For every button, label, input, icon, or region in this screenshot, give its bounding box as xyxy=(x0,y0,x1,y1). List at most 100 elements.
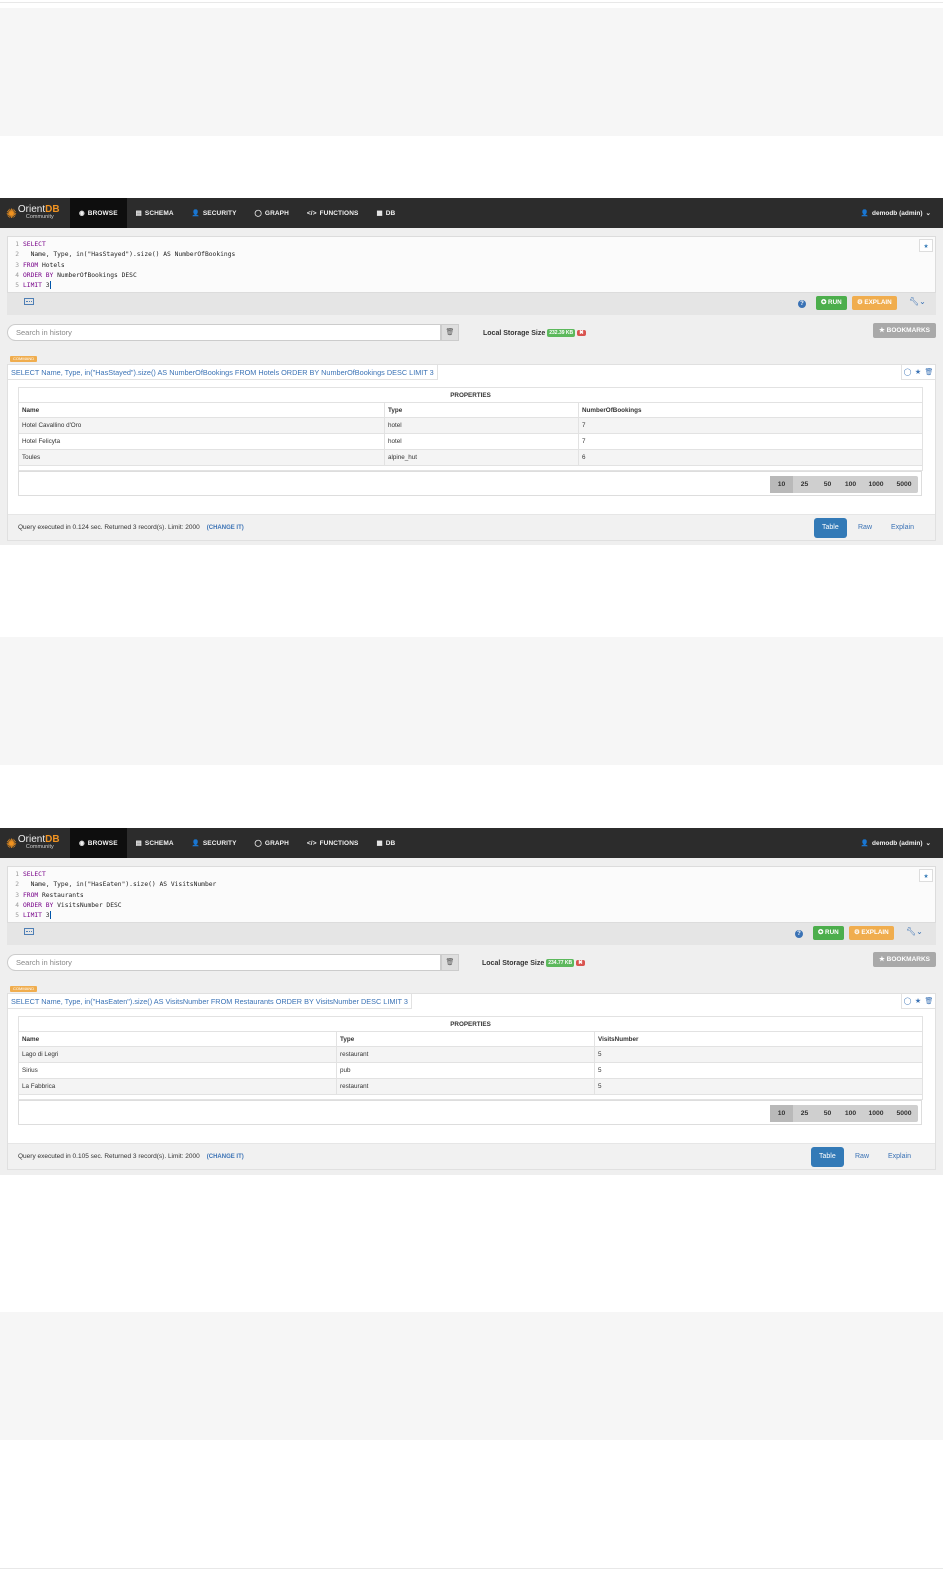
command-badge: COMMAND xyxy=(10,356,38,362)
star-icon[interactable]: ★ xyxy=(915,997,921,1005)
line-number: 4 xyxy=(15,271,19,279)
bookmark-star-icon[interactable]: ★ xyxy=(919,239,933,252)
code-line: 5 LIMIT 3 xyxy=(11,911,216,921)
page-size-option[interactable]: 1000 xyxy=(862,1105,890,1122)
tab-explain[interactable]: Explain xyxy=(880,1147,919,1167)
nav-graph[interactable]: ◯ GRAPH xyxy=(246,198,298,228)
page-size-option[interactable]: 50 xyxy=(816,476,839,493)
explain-button[interactable]: ⚙ EXPLAIN xyxy=(852,296,897,310)
run-button[interactable]: ✪ RUN xyxy=(813,926,844,940)
text-caret xyxy=(49,911,51,920)
page-size-option[interactable]: 100 xyxy=(839,476,862,493)
keyboard-icon[interactable] xyxy=(24,298,34,305)
code-area[interactable]: 1 SELECT 2 Name, Type, in("HasEaten").siz… xyxy=(11,870,216,921)
orientdb-logo[interactable]: ✺ OrientDB Community xyxy=(0,828,70,858)
star-icon: ★ xyxy=(879,327,887,334)
page-size-option[interactable]: 1000 xyxy=(862,476,890,493)
query-editor[interactable]: 1 SELECT 2 Name, Type, in("HasEaten").siz… xyxy=(7,866,936,923)
help-icon[interactable]: ? xyxy=(798,300,806,308)
column-header[interactable]: NumberOfBookings xyxy=(577,402,924,418)
orientdb-window: ✺ OrientDB Community ◉ BROWSE ▤ SCHEMA 👤 SE… xyxy=(0,198,943,545)
page-size-option[interactable]: 25 xyxy=(793,476,816,493)
nav-functions[interactable]: </> FUNCTIONS xyxy=(298,828,368,858)
code-area[interactable]: 1 SELECT 2 Name, Type, in("HasStayed").si… xyxy=(11,240,235,291)
column-header[interactable]: Type xyxy=(384,402,579,418)
table-row[interactable]: La Fabbrica restaurant 5 xyxy=(18,1078,924,1095)
clear-storage-icon[interactable]: ✖ xyxy=(577,330,586,336)
trash-icon[interactable]: 🗑︎ xyxy=(441,324,459,341)
page-size-option[interactable]: 100 xyxy=(839,1105,862,1122)
clear-storage-icon[interactable]: ✖ xyxy=(576,960,585,966)
tab-raw[interactable]: Raw xyxy=(850,518,880,538)
bookmarks-button[interactable]: ★ BOOKMARKS xyxy=(873,952,936,967)
logo-burst-icon: ✺ xyxy=(6,205,17,221)
tab-table[interactable]: Table xyxy=(811,1147,844,1167)
keyboard-icon[interactable] xyxy=(24,928,34,935)
page-size-option[interactable]: 50 xyxy=(816,1105,839,1122)
run-button[interactable]: ✪ RUN xyxy=(816,296,847,310)
editor-toolbar: ? ✪ RUN ⚙ EXPLAIN 🔧︎⌄ xyxy=(7,923,936,945)
nav-schema[interactable]: ▤ SCHEMA xyxy=(127,198,183,228)
code-text: Hotels xyxy=(38,261,65,269)
code-line: 1 SELECT xyxy=(11,240,235,250)
nav-functions[interactable]: </> FUNCTIONS xyxy=(298,198,368,228)
wrench-icon[interactable]: 🔧︎⌄ xyxy=(909,297,926,306)
table-cell: Toules xyxy=(18,449,385,466)
column-header[interactable]: Name xyxy=(18,1031,337,1047)
code-text: NumberOfBookings DESC xyxy=(53,271,137,279)
refresh-icon[interactable]: ◯ xyxy=(904,997,912,1005)
execution-text: Query executed in 0.105 sec. Returned 3 … xyxy=(18,1153,200,1160)
line-number: 5 xyxy=(15,282,19,290)
table-cell: pub xyxy=(336,1062,595,1079)
nav-security[interactable]: 👤 SECURITY xyxy=(183,198,246,228)
tab-table[interactable]: Table xyxy=(814,518,847,538)
user-menu[interactable]: 👤 demodb (admin) ⌄ xyxy=(861,828,931,858)
page-size-option[interactable]: 5000 xyxy=(890,476,918,493)
table-row[interactable]: Toules alpine_hut 6 xyxy=(18,449,924,466)
nav-label: SCHEMA xyxy=(144,839,174,847)
table-row[interactable]: Sirius pub 5 xyxy=(18,1062,924,1079)
user-icon: 👤 xyxy=(191,840,200,847)
wrench-icon[interactable]: 🔧︎⌄ xyxy=(906,927,923,936)
history-search-input[interactable]: Search in history xyxy=(7,954,441,971)
column-header[interactable]: Name xyxy=(18,402,385,418)
query-title[interactable]: SELECT Name, Type, in("HasStayed").size(… xyxy=(8,365,438,380)
column-header[interactable]: Type xyxy=(336,1031,595,1047)
orientdb-logo[interactable]: ✺ OrientDB Community xyxy=(0,198,70,228)
page-size-option[interactable]: 10 xyxy=(770,476,793,493)
bookmark-star-icon[interactable]: ★ xyxy=(919,869,933,882)
nav-graph[interactable]: ◯ GRAPH xyxy=(246,828,298,858)
history-search-input[interactable]: Search in history xyxy=(7,324,441,341)
user-menu[interactable]: 👤 demodb (admin) ⌄ xyxy=(861,198,931,228)
help-icon[interactable]: ? xyxy=(795,930,803,938)
nav-schema[interactable]: ▤ SCHEMA xyxy=(127,828,183,858)
table-row[interactable]: Lago di Legri restaurant 5 xyxy=(18,1046,924,1063)
star-icon[interactable]: ★ xyxy=(915,368,921,376)
nav-browse[interactable]: ◉ BROWSE xyxy=(70,828,127,858)
table-row[interactable]: Hotel Felicyta hotel 7 xyxy=(18,433,924,450)
query-title[interactable]: SELECT Name, Type, in("HasEaten").size()… xyxy=(8,994,412,1009)
page-size-option[interactable]: 25 xyxy=(793,1105,816,1122)
nav-security[interactable]: 👤 SECURITY xyxy=(183,828,246,858)
table-row[interactable]: Hotel Cavallino d'Oro hotel 7 xyxy=(18,417,924,434)
bookmarks-button[interactable]: ★ BOOKMARKS xyxy=(873,323,936,338)
tab-explain[interactable]: Explain xyxy=(883,518,922,538)
code-line: 5 LIMIT 3 xyxy=(11,281,235,291)
query-editor[interactable]: 1 SELECT 2 Name, Type, in("HasStayed").si… xyxy=(7,236,936,293)
page-size-option[interactable]: 5000 xyxy=(890,1105,918,1122)
refresh-icon[interactable]: ◯ xyxy=(904,368,912,376)
change-limit-link[interactable]: (CHANGE IT) xyxy=(207,525,244,531)
nav-browse[interactable]: ◉ BROWSE xyxy=(70,198,127,228)
nav-db[interactable]: ▦ DB xyxy=(367,198,404,228)
nav-db[interactable]: ▦ DB xyxy=(367,828,404,858)
page-size-option[interactable]: 10 xyxy=(770,1105,793,1122)
execution-text: Query executed in 0.124 sec. Returned 3 … xyxy=(18,524,200,531)
column-header[interactable]: VisitsNumber xyxy=(593,1031,924,1047)
trash-icon[interactable]: 🗑︎ xyxy=(924,997,933,1005)
trash-icon[interactable]: 🗑︎ xyxy=(924,368,933,376)
trash-icon[interactable]: 🗑︎ xyxy=(441,954,459,971)
explain-button[interactable]: ⚙ EXPLAIN xyxy=(849,926,894,940)
tab-raw[interactable]: Raw xyxy=(847,1147,877,1167)
nav-label: SCHEMA xyxy=(144,209,174,217)
change-limit-link[interactable]: (CHANGE IT) xyxy=(207,1154,244,1160)
